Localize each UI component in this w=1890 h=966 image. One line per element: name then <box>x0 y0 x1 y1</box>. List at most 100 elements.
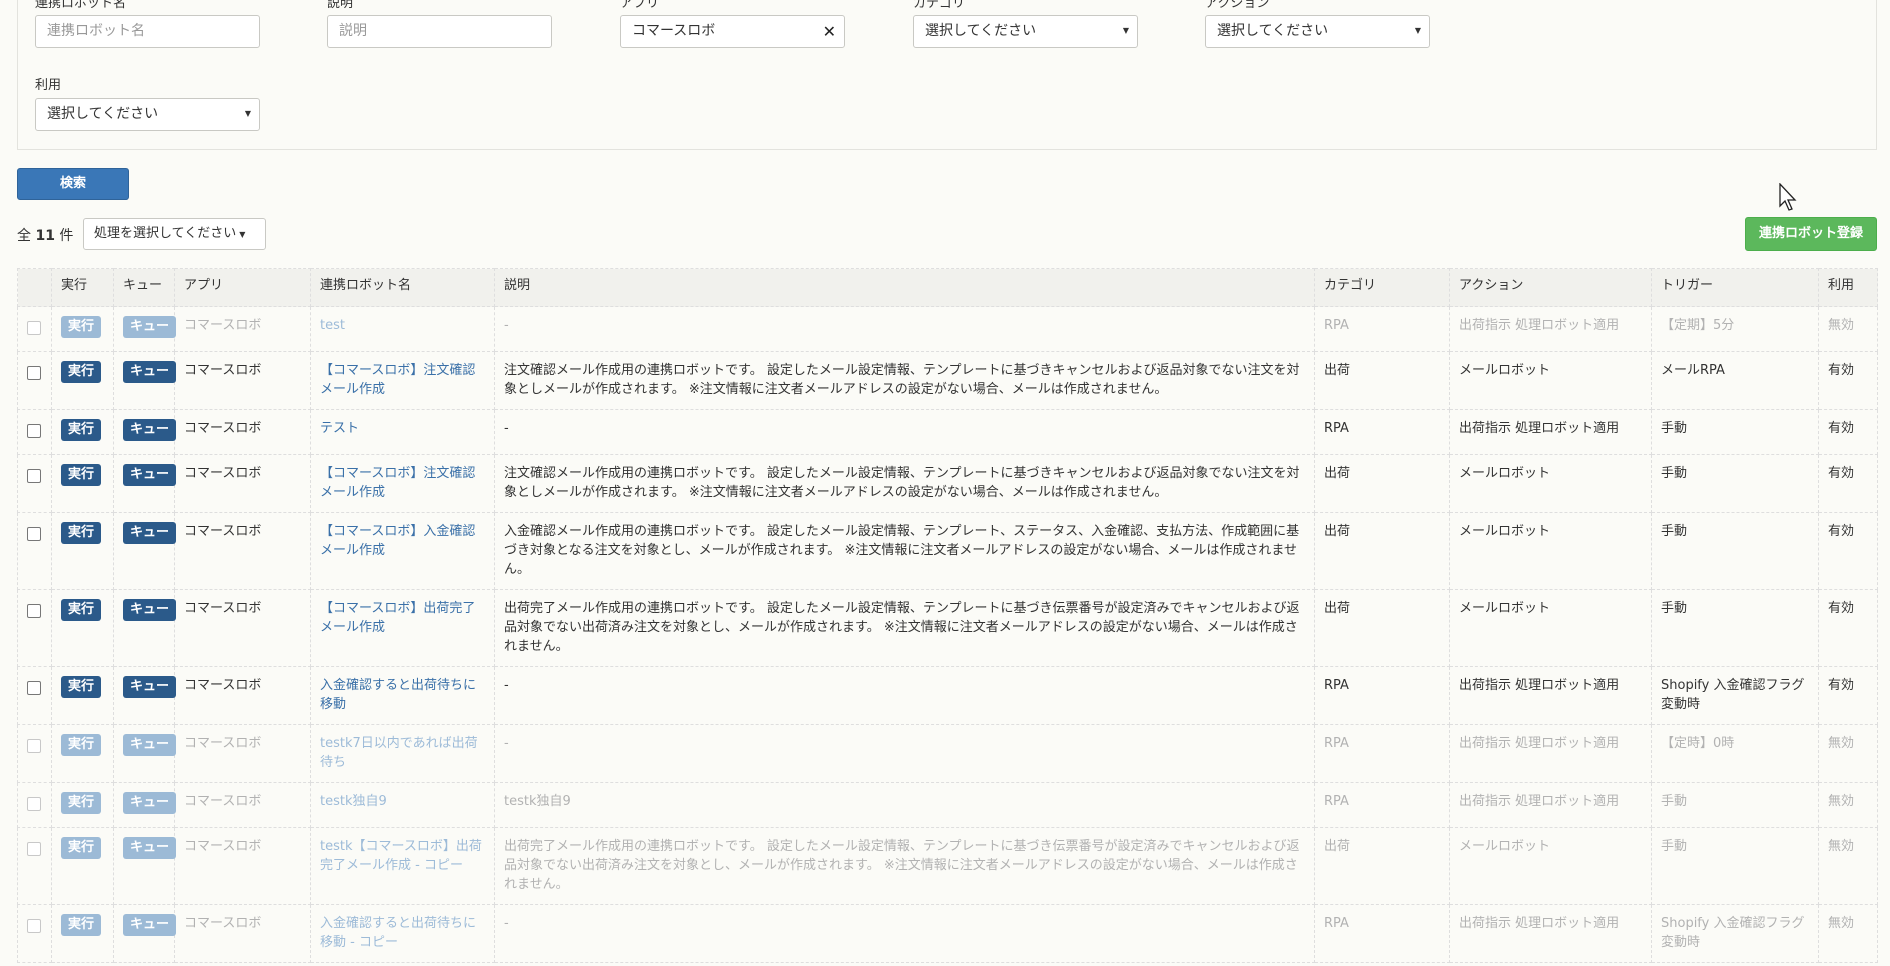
category-label: カテゴリ <box>913 0 966 11</box>
app-cell: コマースロボ <box>174 827 311 905</box>
queue-button[interactable]: キュー <box>123 676 177 698</box>
robot-name-link[interactable]: test <box>320 318 345 333</box>
action-label: アクション <box>1205 0 1270 11</box>
trigger-cell: Shopify 入金確認フラグ変動時 <box>1651 666 1819 725</box>
description-cell: testk独自9 <box>494 782 1315 828</box>
app-cell: コマースロボ <box>174 454 311 513</box>
trigger-cell: 【定期】5分 <box>1651 306 1819 352</box>
usage-cell: 無効 <box>1818 904 1878 963</box>
queue-cell: キュー <box>113 512 177 590</box>
search-button[interactable]: 検索 <box>17 168 129 200</box>
run-button[interactable]: 実行 <box>61 792 102 814</box>
run-button[interactable]: 実行 <box>61 599 102 621</box>
usage-cell: 有効 <box>1818 351 1878 410</box>
queue-button[interactable]: キュー <box>123 464 177 486</box>
header-action[interactable]: アクション <box>1449 268 1652 307</box>
app-select[interactable]: コマースロボ ✕ <box>620 15 845 48</box>
run-button[interactable]: 実行 <box>61 316 102 338</box>
robot-name-link[interactable]: testk【コマースロボ】出荷完了メール作成 - コピー <box>320 839 482 873</box>
run-button[interactable]: 実行 <box>61 361 102 383</box>
action-cell: 出荷指示 処理ロボット適用 <box>1449 409 1652 455</box>
app-cell: コマースロボ <box>174 666 311 725</box>
robot-name-link[interactable]: 【コマースロボ】入金確認メール作成 <box>320 524 475 558</box>
queue-button[interactable]: キュー <box>123 792 177 814</box>
action-cell: メールロボット <box>1449 351 1652 410</box>
total-number: 11 <box>35 228 55 244</box>
row-checkbox[interactable] <box>27 321 41 335</box>
table-row: 実行 キュー コマースロボ 【コマースロボ】出荷完了メール作成 出荷完了メール作… <box>17 589 1878 667</box>
queue-cell: キュー <box>113 409 177 455</box>
trigger-cell: 手動 <box>1651 409 1819 455</box>
header-usage[interactable]: 利用 <box>1818 268 1878 307</box>
queue-button[interactable]: キュー <box>123 914 177 936</box>
run-button[interactable]: 実行 <box>61 419 102 441</box>
robot-name-input[interactable]: 連携ロボット名 <box>35 15 260 48</box>
robot-name-link[interactable]: 【コマースロボ】注文確認メール作成 <box>320 466 475 500</box>
total-suffix: 件 <box>59 228 74 244</box>
bulk-action-select[interactable]: 処理を選択してください ▼ <box>83 218 266 250</box>
row-checkbox[interactable] <box>27 842 41 856</box>
row-select-cell <box>17 409 52 455</box>
usage-cell: 有効 <box>1818 512 1878 590</box>
row-checkbox[interactable] <box>27 919 41 933</box>
action-cell: 出荷指示 処理ロボット適用 <box>1449 782 1652 828</box>
register-robot-button[interactable]: 連携ロボット登録 <box>1745 217 1877 251</box>
queue-button[interactable]: キュー <box>123 361 177 383</box>
total-count: 全 11 件 <box>17 225 73 245</box>
run-button[interactable]: 実行 <box>61 522 102 544</box>
run-button[interactable]: 実行 <box>61 914 102 936</box>
run-cell: 実行 <box>51 589 114 667</box>
robot-name-link[interactable]: testk7日以内であれば出荷待ち <box>320 736 478 770</box>
usage-cell: 無効 <box>1818 827 1878 905</box>
usage-select[interactable]: 選択してください ▼ <box>35 98 260 131</box>
row-checkbox[interactable] <box>27 739 41 753</box>
category-select-value: 選択してください <box>925 23 1037 39</box>
row-checkbox[interactable] <box>27 604 41 618</box>
row-checkbox[interactable] <box>27 527 41 541</box>
header-category[interactable]: カテゴリ <box>1314 268 1450 307</box>
description-cell: - <box>494 724 1315 783</box>
row-checkbox[interactable] <box>27 797 41 811</box>
robot-name-cell: test <box>310 306 495 352</box>
description-cell: 入金確認メール作成用の連携ロボットです。 設定したメール設定情報、テンプレート、… <box>494 512 1315 590</box>
run-button[interactable]: 実行 <box>61 837 102 859</box>
row-checkbox[interactable] <box>27 681 41 695</box>
action-select[interactable]: 選択してください ▼ <box>1205 15 1430 48</box>
row-checkbox[interactable] <box>27 424 41 438</box>
queue-button[interactable]: キュー <box>123 734 177 756</box>
category-select[interactable]: 選択してください ▼ <box>913 15 1138 48</box>
queue-button[interactable]: キュー <box>123 522 177 544</box>
table-row: 実行 キュー コマースロボ test - RPA 出荷指示 処理ロボット適用 【… <box>17 306 1878 352</box>
header-select <box>17 268 52 307</box>
robot-name-link[interactable]: 【コマースロボ】注文確認メール作成 <box>320 363 475 397</box>
robot-table: 実行 キュー アプリ 連携ロボット名 説明 カテゴリ アクション トリガー 利用… <box>17 268 1878 963</box>
robot-name-link[interactable]: testk独自9 <box>320 794 387 809</box>
robot-name-link[interactable]: 入金確認すると出荷待ちに移動 <box>320 678 476 712</box>
row-checkbox[interactable] <box>27 366 41 380</box>
robot-name-link[interactable]: テスト <box>320 421 359 436</box>
queue-button[interactable]: キュー <box>123 419 177 441</box>
caret-down-icon: ▼ <box>1122 26 1129 35</box>
clear-icon[interactable]: ✕ <box>823 16 836 47</box>
row-checkbox[interactable] <box>27 469 41 483</box>
run-button[interactable]: 実行 <box>61 464 102 486</box>
queue-cell: キュー <box>113 454 177 513</box>
header-trigger[interactable]: トリガー <box>1651 268 1819 307</box>
robot-name-link[interactable]: 【コマースロボ】出荷完了メール作成 <box>320 601 475 635</box>
description-input[interactable]: 説明 <box>327 15 552 48</box>
app-cell: コマースロボ <box>174 306 311 352</box>
robot-name-link[interactable]: 入金確認すると出荷待ちに移動 - コピー <box>320 916 476 950</box>
run-button[interactable]: 実行 <box>61 734 102 756</box>
run-button[interactable]: 実行 <box>61 676 102 698</box>
header-robot-name[interactable]: 連携ロボット名 <box>310 268 495 307</box>
description-label: 説明 <box>327 0 354 11</box>
category-cell: RPA <box>1314 782 1450 828</box>
robot-name-cell: testk7日以内であれば出荷待ち <box>310 724 495 783</box>
action-cell: メールロボット <box>1449 454 1652 513</box>
robot-name-cell: 【コマースロボ】出荷完了メール作成 <box>310 589 495 667</box>
category-cell: 出荷 <box>1314 512 1450 590</box>
queue-button[interactable]: キュー <box>123 316 177 338</box>
table-row: 実行 キュー コマースロボ テスト - RPA 出荷指示 処理ロボット適用 手動… <box>17 409 1878 455</box>
queue-button[interactable]: キュー <box>123 837 177 859</box>
queue-button[interactable]: キュー <box>123 599 177 621</box>
